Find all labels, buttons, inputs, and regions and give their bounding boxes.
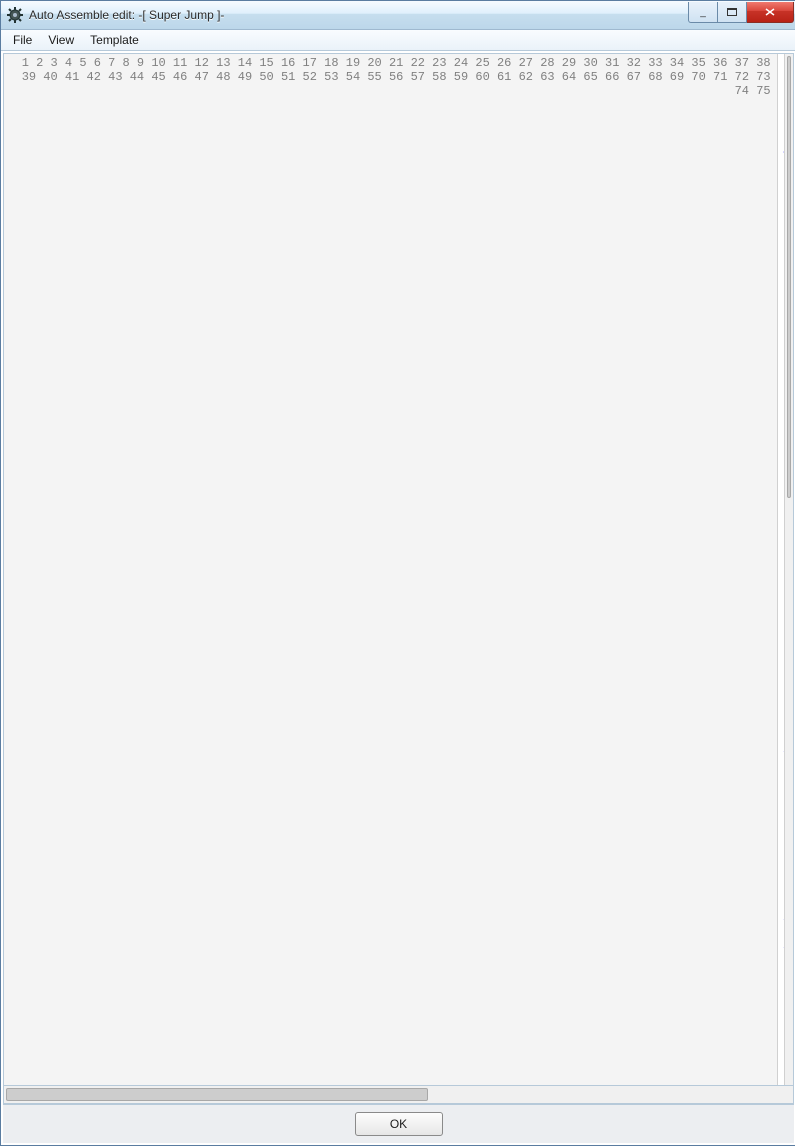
maximize-button[interactable] — [718, 2, 747, 23]
maximize-icon — [727, 8, 737, 16]
horizontal-scrollbar[interactable] — [3, 1086, 794, 1104]
window-frame: Auto Assemble edit: -[ Super Jump ]- _ F… — [0, 0, 795, 1146]
editor: 1 2 3 4 5 6 7 8 9 10 11 12 13 14 15 16 1… — [3, 53, 794, 1086]
close-button[interactable] — [747, 2, 794, 23]
menu-template[interactable]: Template — [82, 32, 147, 48]
menu-file[interactable]: File — [5, 32, 40, 48]
app-icon — [7, 7, 23, 23]
ok-button-label: OK — [390, 1117, 407, 1131]
window-controls: _ — [688, 2, 794, 22]
menubar: File View Template — [1, 30, 795, 51]
bottom-panel: OK — [3, 1104, 794, 1143]
window-title: Auto Assemble edit: -[ Super Jump ]- — [29, 8, 688, 22]
titlebar[interactable]: Auto Assemble edit: -[ Super Jump ]- _ — [1, 1, 795, 30]
minimize-button[interactable]: _ — [688, 2, 718, 23]
menu-view[interactable]: View — [40, 32, 82, 48]
vertical-scrollbar[interactable] — [784, 54, 793, 1085]
close-icon — [765, 8, 775, 16]
line-number-gutter: 1 2 3 4 5 6 7 8 9 10 11 12 13 14 15 16 1… — [4, 54, 778, 1085]
ok-button[interactable]: OK — [355, 1112, 443, 1136]
horizontal-scroll-thumb[interactable] — [6, 1088, 428, 1101]
vertical-scroll-thumb[interactable] — [787, 56, 791, 498]
